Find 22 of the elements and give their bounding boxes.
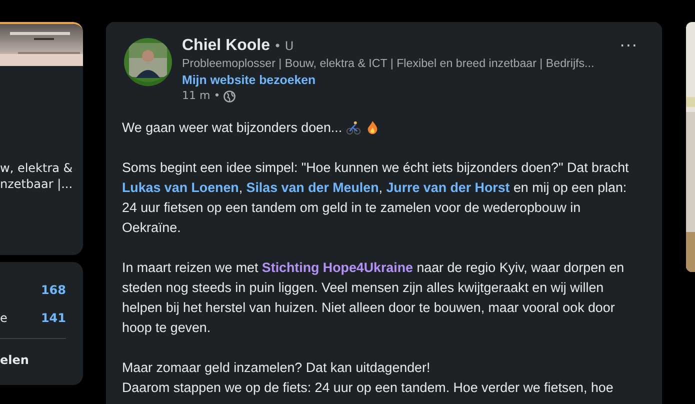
mention-link[interactable]: Silas van der Meulen xyxy=(246,180,379,195)
post-paragraph: Soms begint een idee simpel: "Hoe kunnen we écht iets bijzonders doen?" Dat bracht Lukas van Loenen, Silas van der Meulen, Jurre van der Horst en mij op een plan: 24 uur fietsen op een tandem om geld in te zamelen voor de wederopbouw in Oekraïne. xyxy=(122,159,630,237)
post-paragraph: Maar zomaar geld inzamelen? Dat kan uitdagender! Daarom stappen we op de fiets: 24 uur op een tandem. Hoe verder we fietsen, hoe xyxy=(122,359,614,397)
post-paragraph: We gaan weer wat bijzonders doen... xyxy=(122,118,646,138)
connection-degree: • U xyxy=(274,38,294,55)
mention-link[interactable]: Lukas van Loenen xyxy=(122,180,239,195)
post-time: 11 m • xyxy=(182,88,220,104)
author-headline: Probleemoplosser | Bouw, elektra & ICT | Flexibel en breed inzetbaar | Bedrijfs... xyxy=(182,56,594,72)
website-link[interactable]: Mijn website bezoeken xyxy=(182,72,594,88)
post-paragraph: In maart reizen we met Stichting Hope4Ukraine naar de regio Kyiv, waar dorpen en steden nog steeds in puin liggen. Veel mensen zijn alles kwijtgeraakt en wij willen helpen bij het herstel van huizen. Niet alleen door te bouwen, maar vooral ook door hoop te geven. xyxy=(122,259,626,337)
company-link[interactable]: Stichting Hope4Ukraine xyxy=(262,260,413,275)
globe-icon xyxy=(223,90,236,102)
mention-link[interactable]: Jurre van der Horst xyxy=(386,180,510,195)
stat-count[interactable]: 141 xyxy=(40,311,66,325)
more-menu-button[interactable]: ··· xyxy=(616,36,642,55)
headline-text: nzetbaar |... xyxy=(0,176,74,192)
stat-count[interactable]: 168 xyxy=(40,283,66,297)
cyclist-icon xyxy=(346,120,361,135)
footer-link[interactable]: elen xyxy=(0,353,66,367)
headline-text: w, elektra & xyxy=(0,160,74,176)
stat-label: e xyxy=(0,311,8,325)
author-name[interactable]: Chiel Koole xyxy=(182,36,270,55)
